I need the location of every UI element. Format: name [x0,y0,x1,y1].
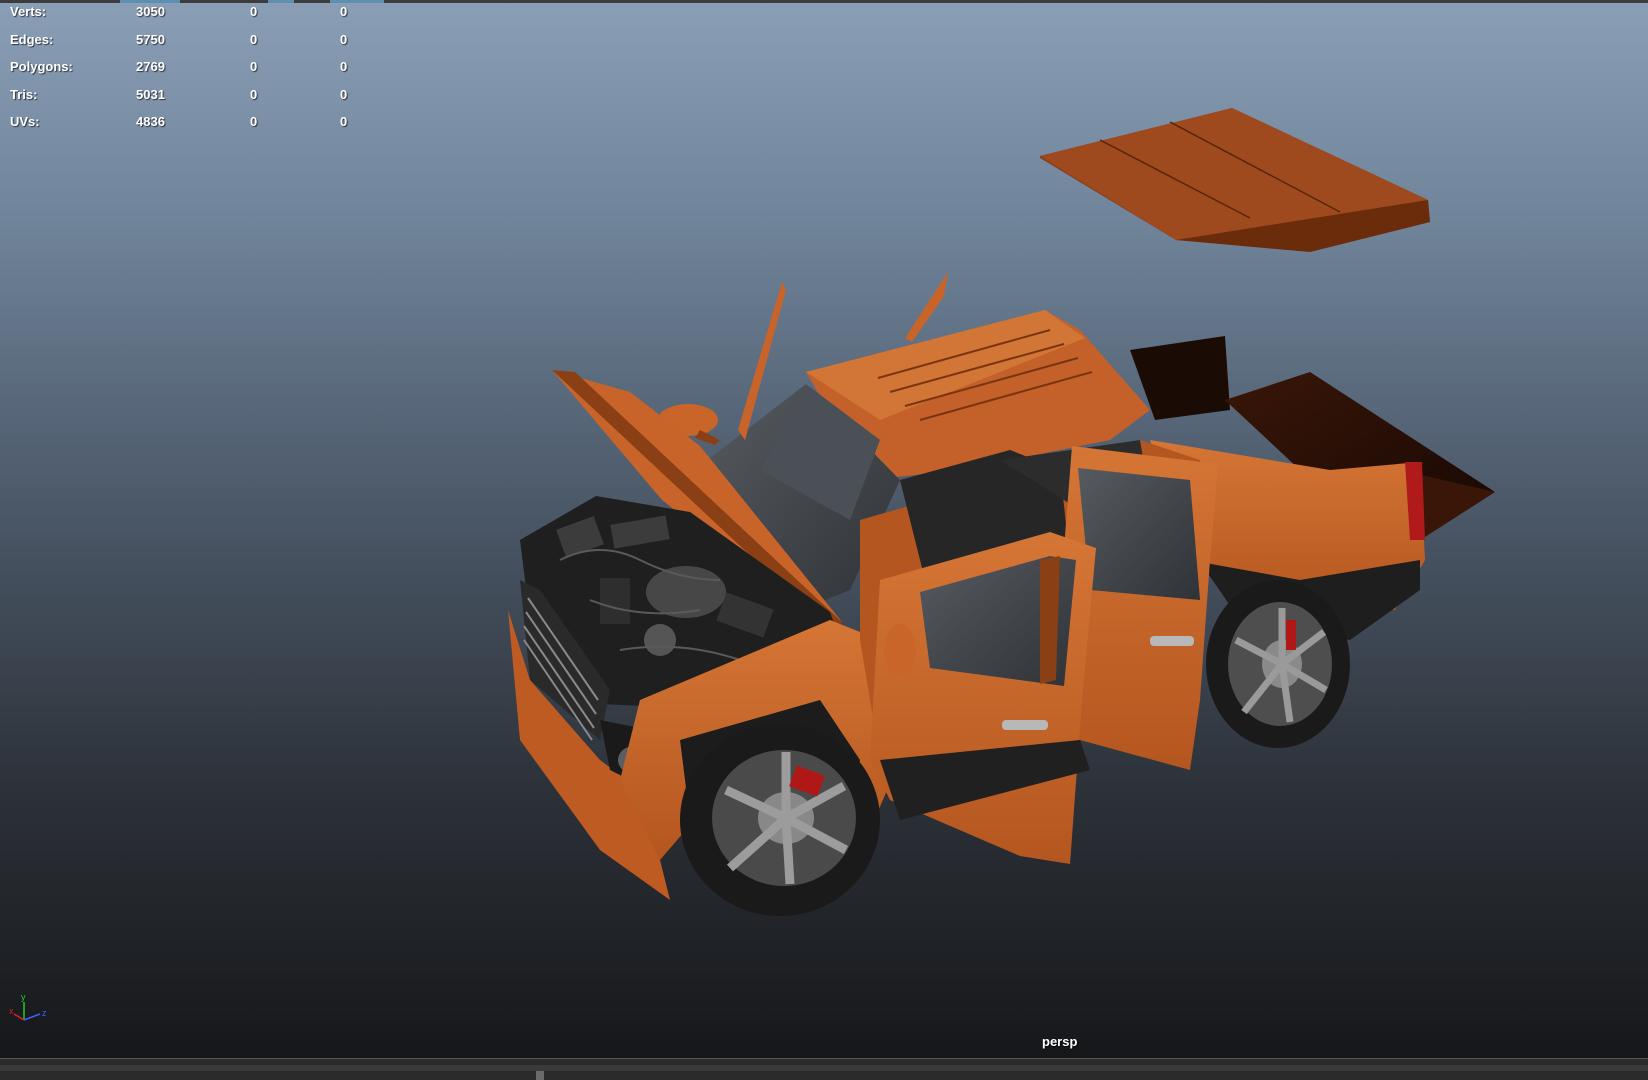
stat-value: 0 [340,4,348,19]
stat-label: UVs: [10,114,40,129]
stat-row-verts: Verts: 3050 0 0 [10,4,370,32]
rear-wheel [1206,580,1350,748]
perspective-viewport[interactable]: Verts: 3050 0 0 Edges: 5750 0 0 Polygons… [0,0,1648,1058]
tonneau-cover [1040,108,1430,252]
stat-value: 4836 [136,114,165,129]
stat-value: 3050 [136,4,165,19]
stat-value: 0 [250,86,258,102]
axis-gizmo-icon: y x z [9,992,47,1021]
axis-label-z: z [42,1008,47,1018]
poly-count-hud: Verts: 3050 0 0 Edges: 5750 0 0 Polygons… [10,4,370,142]
front-wheel [680,724,880,916]
time-slider-handle[interactable] [536,1071,544,1080]
stat-label: Polygons: [10,59,73,74]
time-slider-track[interactable] [0,1065,1648,1071]
stat-value: 0 [340,31,348,47]
stat-value: 0 [340,86,348,102]
stat-value: 5031 [136,86,165,102]
stat-value: 2769 [136,59,165,74]
stat-value: 0 [340,59,348,74]
stat-row-uvs: UVs: 4836 0 0 [10,114,370,142]
stat-value: 0 [340,114,348,129]
camera-name-label: persp [1042,1034,1078,1049]
axis-label-x: x [9,1006,14,1016]
stat-value: 0 [250,59,258,74]
stat-label: Tris: [10,86,38,102]
stat-value: 0 [250,4,258,19]
axis-label-y: y [21,992,26,1002]
stat-value: 0 [250,31,258,47]
stat-row-tris: Tris: 5031 0 0 [10,87,370,115]
stat-value: 0 [250,114,258,129]
time-slider-bar[interactable] [0,1058,1648,1080]
stat-row-polygons: Polygons: 2769 0 0 [10,59,370,87]
stat-value: 5750 [136,31,165,47]
stat-row-edges: Edges: 5750 0 0 [10,32,370,60]
stat-label: Edges: [10,31,54,47]
3d-scene[interactable] [0,0,1648,1058]
stat-label: Verts: [10,4,47,19]
